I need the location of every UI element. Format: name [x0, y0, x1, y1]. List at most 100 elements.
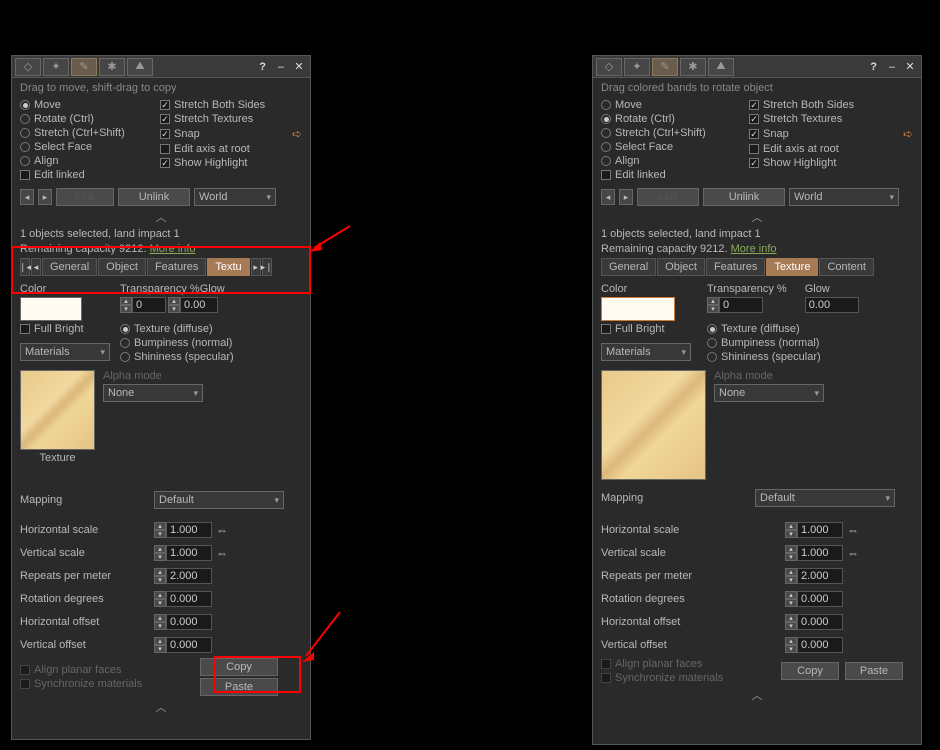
transparency-spin[interactable]: ▴▾	[707, 297, 787, 313]
mapping-dropdown[interactable]: Default	[154, 491, 284, 509]
hoffset-spin[interactable]: ▴▾	[154, 614, 212, 630]
mapping-dropdown[interactable]: Default	[755, 489, 895, 507]
link-button[interactable]: Link	[56, 188, 114, 206]
sync-icon[interactable]: ⇔	[216, 523, 228, 537]
color-swatch[interactable]	[20, 297, 82, 321]
glow-spin[interactable]: ▴▾	[168, 297, 218, 313]
close-button[interactable]: ✕	[903, 60, 917, 74]
check-stretchtex[interactable]: Stretch Textures	[160, 113, 302, 125]
check-editaxis[interactable]: Edit axis at root	[160, 143, 302, 155]
radio-tex-diffuse[interactable]: Texture (diffuse)	[120, 323, 234, 335]
expand-up[interactable]: ︿	[750, 211, 764, 223]
unlink-button[interactable]: Unlink	[703, 188, 785, 206]
tool-edit[interactable]: ✎	[652, 58, 678, 76]
check-fullbright[interactable]: Full Bright	[20, 323, 110, 335]
check-editlinked[interactable]: Edit linked	[20, 169, 150, 181]
more-info-link[interactable]: More info	[731, 243, 777, 255]
radio-stretch[interactable]: Stretch (Ctrl+Shift)	[601, 127, 739, 139]
rotation-spin[interactable]: ▴▾	[785, 591, 843, 607]
coord-dropdown[interactable]: World	[789, 188, 899, 206]
radio-tex-shine[interactable]: Shininess (specular)	[707, 351, 859, 363]
check-snap[interactable]: Snap➪	[160, 127, 302, 141]
glow-field[interactable]	[805, 297, 859, 313]
check-editaxis[interactable]: Edit axis at root	[749, 143, 913, 155]
radio-rotate[interactable]: Rotate (Ctrl)	[601, 113, 739, 125]
tool-focus[interactable]: ◇	[596, 58, 622, 76]
link-prev[interactable]: ◂	[20, 189, 34, 205]
check-highlight[interactable]: Show Highlight	[749, 157, 913, 169]
radio-selectface[interactable]: Select Face	[20, 141, 150, 153]
expand-down[interactable]: ︿	[154, 701, 168, 713]
tab-object[interactable]: Object	[657, 258, 705, 276]
check-stretchtex[interactable]: Stretch Textures	[749, 113, 913, 125]
tool-land[interactable]: ⛰	[127, 58, 153, 76]
link-button[interactable]: Link	[637, 188, 699, 206]
tool-edit[interactable]: ✎	[71, 58, 97, 76]
tool-create[interactable]: ✱	[680, 58, 706, 76]
sync-icon[interactable]: ⇔	[847, 546, 859, 560]
coord-dropdown[interactable]: World	[194, 188, 276, 206]
tab-general[interactable]: General	[42, 258, 97, 276]
texture-preview[interactable]	[601, 370, 706, 480]
tool-focus[interactable]: ◇	[15, 58, 41, 76]
tab-prev[interactable]: ◂	[31, 258, 41, 276]
tab-general[interactable]: General	[601, 258, 656, 276]
hscale-spin[interactable]: ▴▾	[154, 522, 212, 538]
radio-move[interactable]: Move	[20, 99, 150, 111]
tab-last[interactable]: ▸❘	[262, 258, 272, 276]
hscale-spin[interactable]: ▴▾	[785, 522, 843, 538]
hoffset-spin[interactable]: ▴▾	[785, 614, 843, 630]
radio-tex-bump[interactable]: Bumpiness (normal)	[120, 337, 234, 349]
expand-down[interactable]: ︿	[750, 689, 764, 701]
sync-icon[interactable]: ⇔	[216, 546, 228, 560]
repeats-spin[interactable]: ▴▾	[785, 568, 843, 584]
tool-land[interactable]: ⛰	[708, 58, 734, 76]
check-stretchboth[interactable]: Stretch Both Sides	[749, 99, 913, 111]
expand-up[interactable]: ︿	[154, 211, 168, 223]
check-stretchboth[interactable]: Stretch Both Sides	[160, 99, 302, 111]
copy-button[interactable]: Copy	[200, 658, 278, 676]
transparency-spin[interactable]: ▴▾	[120, 297, 166, 313]
help-button[interactable]: ?	[259, 61, 266, 73]
more-info-link[interactable]: More info	[150, 243, 196, 255]
radio-stretch[interactable]: Stretch (Ctrl+Shift)	[20, 127, 150, 139]
color-swatch[interactable]	[601, 297, 675, 321]
texture-preview[interactable]	[20, 370, 95, 450]
voffset-spin[interactable]: ▴▾	[785, 637, 843, 653]
tool-move[interactable]: ✦	[43, 58, 69, 76]
copy-button[interactable]: Copy	[781, 662, 839, 680]
radio-align[interactable]: Align	[601, 155, 739, 167]
tool-move[interactable]: ✦	[624, 58, 650, 76]
unlink-button[interactable]: Unlink	[118, 188, 190, 206]
paste-button[interactable]: Paste	[845, 662, 903, 680]
link-next[interactable]: ▸	[38, 189, 52, 205]
minimize-button[interactable]: –	[274, 60, 288, 74]
materials-dropdown[interactable]: Materials	[20, 343, 110, 361]
radio-move[interactable]: Move	[601, 99, 739, 111]
materials-dropdown[interactable]: Materials	[601, 343, 691, 361]
sync-icon[interactable]: ⇔	[847, 523, 859, 537]
tool-create[interactable]: ✱	[99, 58, 125, 76]
vscale-spin[interactable]: ▴▾	[154, 545, 212, 561]
snap-options-arrow[interactable]: ➪	[903, 127, 913, 141]
link-prev[interactable]: ◂	[601, 189, 615, 205]
tab-features[interactable]: Features	[706, 258, 765, 276]
close-button[interactable]: ✕	[292, 60, 306, 74]
check-editlinked[interactable]: Edit linked	[601, 169, 739, 181]
repeats-spin[interactable]: ▴▾	[154, 568, 212, 584]
tab-texture[interactable]: Texture	[766, 258, 818, 276]
tab-first[interactable]: ❘◂	[20, 258, 30, 276]
tab-object[interactable]: Object	[98, 258, 146, 276]
voffset-spin[interactable]: ▴▾	[154, 637, 212, 653]
check-snap[interactable]: Snap➪	[749, 127, 913, 141]
check-highlight[interactable]: Show Highlight	[160, 157, 302, 169]
radio-rotate[interactable]: Rotate (Ctrl)	[20, 113, 150, 125]
tab-content[interactable]: Content	[819, 258, 874, 276]
paste-button[interactable]: Paste	[200, 678, 278, 696]
check-fullbright[interactable]: Full Bright	[601, 323, 691, 335]
radio-align[interactable]: Align	[20, 155, 150, 167]
radio-tex-bump[interactable]: Bumpiness (normal)	[707, 337, 859, 349]
minimize-button[interactable]: –	[885, 60, 899, 74]
help-button[interactable]: ?	[870, 61, 877, 73]
tab-next[interactable]: ▸	[251, 258, 261, 276]
